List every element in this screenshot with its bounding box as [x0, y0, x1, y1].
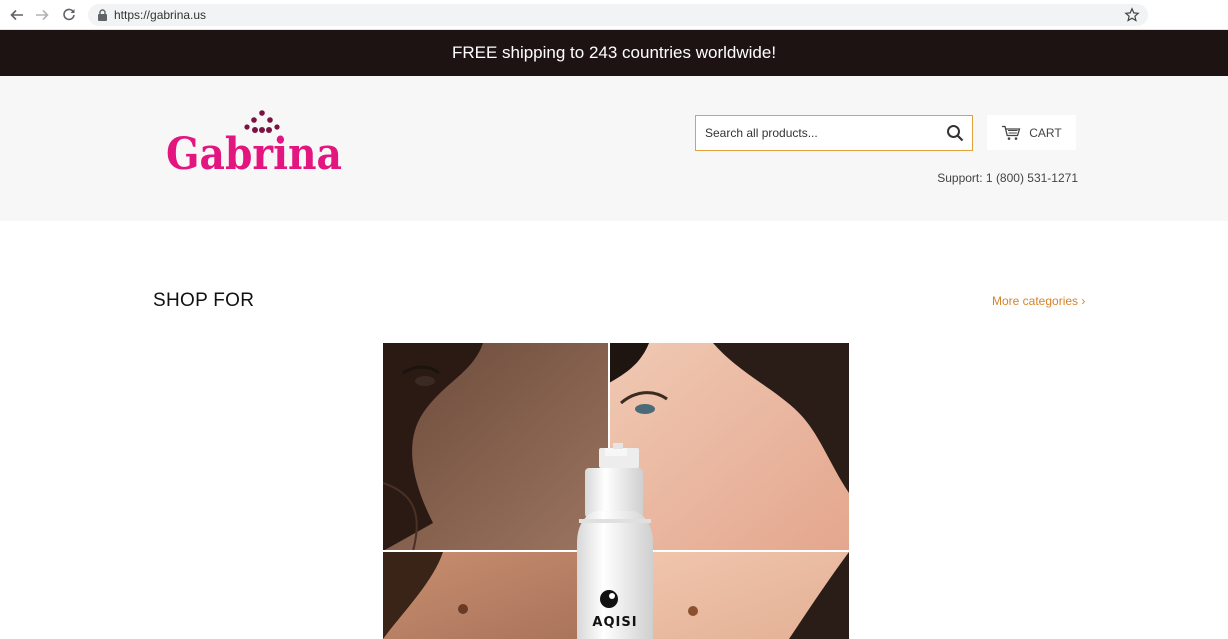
search-icon[interactable] — [946, 124, 964, 142]
back-button[interactable] — [7, 5, 27, 25]
announcement-bar: FREE shipping to 243 countries worldwide… — [0, 30, 1228, 76]
cart-icon — [1002, 125, 1021, 140]
bottle-brand-label: AQISI — [592, 615, 637, 630]
arrow-right-icon — [36, 9, 49, 21]
lock-icon — [98, 9, 107, 21]
cart-button[interactable]: CART — [987, 115, 1076, 150]
site-logo[interactable]: Gabrina — [166, 108, 346, 180]
support-phone: Support: 1 (800) 531-1271 — [937, 171, 1078, 185]
before-after-image: AQISI — [383, 343, 849, 639]
search-box — [695, 115, 973, 151]
site-header: Gabrina CART Support: 1 (800) 531-1271 — [0, 76, 1228, 221]
section-title: SHOP FOR — [153, 290, 255, 311]
url-text: https://gabrina.us — [114, 8, 207, 22]
logo-text: Gabrina — [166, 129, 342, 178]
announcement-text: FREE shipping to 243 countries worldwide… — [451, 43, 777, 62]
browser-toolbar: https://gabrina.us — [0, 0, 1228, 30]
hero-product-image[interactable]: AQISI — [383, 343, 849, 639]
reload-icon — [63, 8, 75, 21]
forward-button[interactable] — [32, 5, 52, 25]
reload-button[interactable] — [59, 5, 79, 25]
arrow-left-icon — [10, 9, 23, 21]
gabrina-logo-icon: Gabrina — [166, 110, 342, 180]
address-bar[interactable]: https://gabrina.us — [88, 4, 1148, 26]
more-categories-link[interactable]: More categories › — [992, 294, 1085, 308]
bookmark-star-icon[interactable] — [1124, 7, 1140, 23]
cart-label: CART — [1029, 125, 1062, 140]
search-input[interactable] — [696, 116, 936, 150]
